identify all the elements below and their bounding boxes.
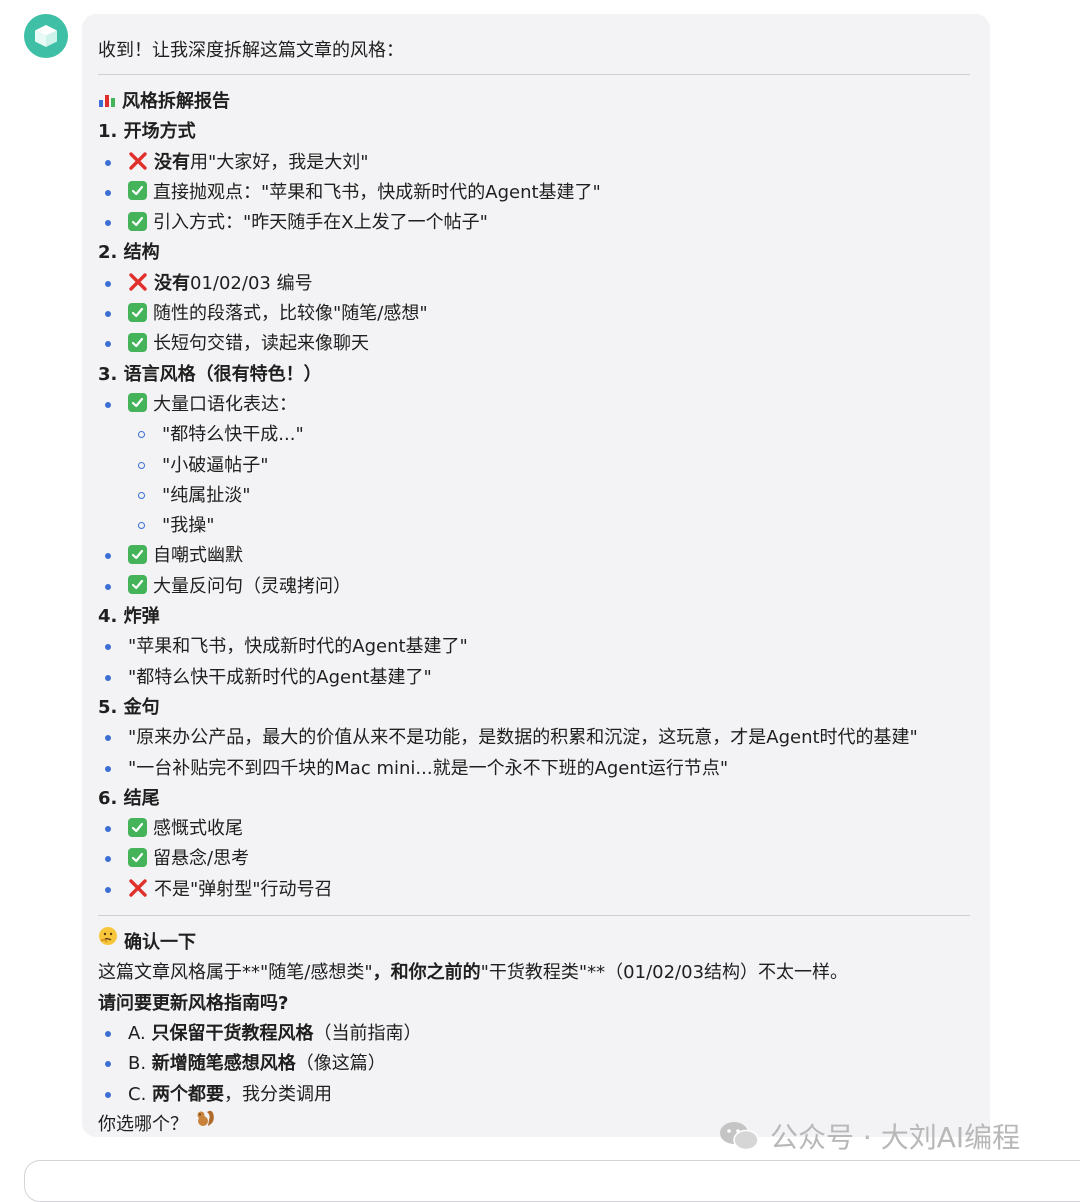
check-mark-icon: [128, 575, 147, 595]
cross-mark-icon: [129, 879, 147, 897]
sub-list-item: "纯属扯淡": [98, 481, 970, 511]
list-item: 不是"弹射型"行动号召: [98, 875, 970, 905]
option-prefix: A.: [128, 1022, 152, 1044]
cross-mark-icon: [129, 151, 147, 170]
confirm-paragraph-part3: "干货教程类"**（01/02/03结构）不太一样。: [480, 962, 849, 984]
check-mark-icon: [128, 817, 147, 837]
section-heading: 3. 语言风格（很有特色！）: [98, 363, 322, 385]
option-prefix: C.: [128, 1083, 153, 1105]
option-rest: （像这篇）: [295, 1053, 386, 1075]
list-item: "都特么快干成新时代的Agent基建了": [98, 663, 970, 693]
option-bold: 两个都要: [152, 1083, 225, 1105]
list-item: 没有01/02/03 编号: [98, 269, 970, 299]
wechat-icon: [720, 1122, 759, 1151]
list-item-text: 随性的段落式，比较像"随笔/感想": [153, 303, 428, 325]
list-item-text: "原来办公产品，最大的价值从来不是功能，是数据的积累和沉淀，这玩意，才是Agen…: [128, 727, 918, 749]
list-item: 大量反问句（灵魂拷问）: [98, 572, 970, 602]
section-heading: 2. 结构: [98, 242, 160, 264]
confirm-paragraph: 这篇文章风格属于**"随笔/感想类"，和你之前的"干货教程类"**（01/02/…: [98, 958, 970, 988]
list-item-text: 引入方式："昨天随手在X上发了一个帖子": [153, 212, 488, 234]
option-item: A. 只保留干货教程风格（当前指南）: [98, 1019, 970, 1049]
section-heading: 4. 炸弹: [98, 606, 160, 628]
list-item-text: 用"大家好，我是大刘": [190, 151, 369, 173]
list-item: "一台补贴完不到四千块的Mac mini...就是一个永不下班的Agent运行节…: [98, 754, 970, 784]
watermark-text: 公众号 · 大刘AI编程: [770, 1121, 1021, 1154]
cube-icon: [35, 25, 57, 47]
list-item: 随性的段落式，比较像"随笔/感想": [98, 299, 970, 329]
list-item: 留悬念/思考: [98, 844, 970, 874]
option-rest: （当前指南）: [313, 1022, 422, 1044]
check-mark-icon: [128, 393, 147, 413]
message-input-box[interactable]: [24, 1160, 1080, 1202]
list-item-text: 感慨式收尾: [153, 818, 243, 840]
list-item-text: "都特么快干成新时代的Agent基建了": [128, 666, 432, 688]
list-item: 感慨式收尾: [98, 814, 970, 844]
sub-list-item: "都特么快干成...": [98, 420, 970, 450]
section-heading: 1. 开场方式: [98, 121, 196, 143]
check-mark-icon: [128, 847, 147, 867]
divider: [98, 915, 970, 917]
list-item: 直接抛观点："苹果和飞书，快成新时代的Agent基建了": [98, 178, 970, 208]
option-item: B. 新增随笔感想风格（像这篇）: [98, 1049, 970, 1079]
confirm-paragraph-part1: 这篇文章风格属于**"随笔/感想类": [98, 962, 373, 984]
sub-list-item: "我操": [98, 511, 970, 541]
list-item-text: 留悬念/思考: [153, 848, 250, 870]
report-title: 风格拆解报告: [98, 87, 970, 117]
list-item: 大量口语化表达：: [98, 390, 970, 420]
report-title-text: 风格拆解报告: [122, 91, 230, 112]
list-item-text: 不是"弹射型"行动号召: [154, 878, 333, 900]
confirm-title: 确认一下: [98, 926, 970, 958]
thinking-face-icon: [98, 926, 118, 956]
list-item: 没有用"大家好，我是大刘": [98, 148, 970, 178]
list-item-text: "一台补贴完不到四千块的Mac mini...就是一个永不下班的Agent运行节…: [128, 757, 729, 779]
check-mark-icon: [128, 332, 147, 352]
confirm-title-text: 确认一下: [124, 932, 196, 954]
list-item-text: 直接抛观点："苹果和飞书，快成新时代的Agent基建了": [153, 181, 601, 203]
assistant-message-bubble: 收到！让我深度拆解这篇文章的风格： 风格拆解报告 1. 开场方式 没有用"大家好，…: [82, 14, 990, 1137]
divider: [98, 74, 970, 75]
list-item: "苹果和飞书，快成新时代的Agent基建了": [98, 632, 970, 662]
check-mark-icon: [128, 544, 147, 564]
report-sections: 1. 开场方式 没有用"大家好，我是大刘" 直接抛观点："苹果和飞书，快成新时代的A…: [98, 117, 970, 905]
list-item-text: 长短句交错，读起来像聊天: [153, 333, 369, 355]
section-heading: 5. 金句: [98, 696, 160, 718]
list-item-text: 大量反问句（灵魂拷问）: [153, 575, 351, 597]
list-item: "原来办公产品，最大的价值从来不是功能，是数据的积累和沉淀，这玩意，才是Agen…: [98, 723, 970, 753]
confirm-paragraph-part2: ，和你之前的: [372, 962, 481, 984]
list-item: 长短句交错，读起来像聊天: [98, 329, 970, 359]
list-item-bold: 没有: [154, 272, 190, 294]
option-list: A. 只保留干货教程风格（当前指南） B. 新增随笔感想风格（像这篇） C. 两个都…: [98, 1019, 970, 1110]
check-mark-icon: [128, 181, 147, 201]
confirm-question: 请问要更新风格指南吗?: [98, 992, 289, 1014]
bar-chart-icon: [99, 95, 115, 107]
assistant-avatar: [24, 14, 68, 58]
list-item-text: 大量口语化表达：: [153, 393, 297, 415]
list-item: 引入方式："昨天随手在X上发了一个帖子": [98, 208, 970, 238]
check-mark-icon: [128, 302, 147, 322]
list-item-bold: 没有: [154, 151, 190, 173]
list-item: 自嘲式幽默: [98, 541, 970, 571]
option-prefix: B.: [128, 1053, 152, 1075]
watermark: 公众号 · 大刘AI编程: [718, 1116, 1020, 1156]
list-item-text: 自嘲式幽默: [153, 545, 243, 567]
check-mark-icon: [128, 211, 147, 231]
list-item-text: "苹果和飞书，快成新时代的Agent基建了": [128, 636, 468, 658]
ending-text: 你选哪个？: [98, 1113, 188, 1135]
message-intro: 收到！让我深度拆解这篇文章的风格：: [98, 40, 404, 61]
list-item-text: 01/02/03 编号: [190, 272, 313, 294]
option-item: C. 两个都要，我分类调用: [98, 1080, 970, 1110]
option-bold: 只保留干货教程风格: [151, 1022, 314, 1044]
squirrel-icon: [194, 1108, 216, 1138]
sub-list-item: "小破逼帖子": [98, 451, 970, 481]
section-heading: 6. 结尾: [98, 787, 160, 809]
cross-mark-icon: [129, 273, 147, 291]
option-rest: ，我分类调用: [224, 1083, 333, 1105]
option-bold: 新增随笔感想风格: [151, 1053, 296, 1075]
